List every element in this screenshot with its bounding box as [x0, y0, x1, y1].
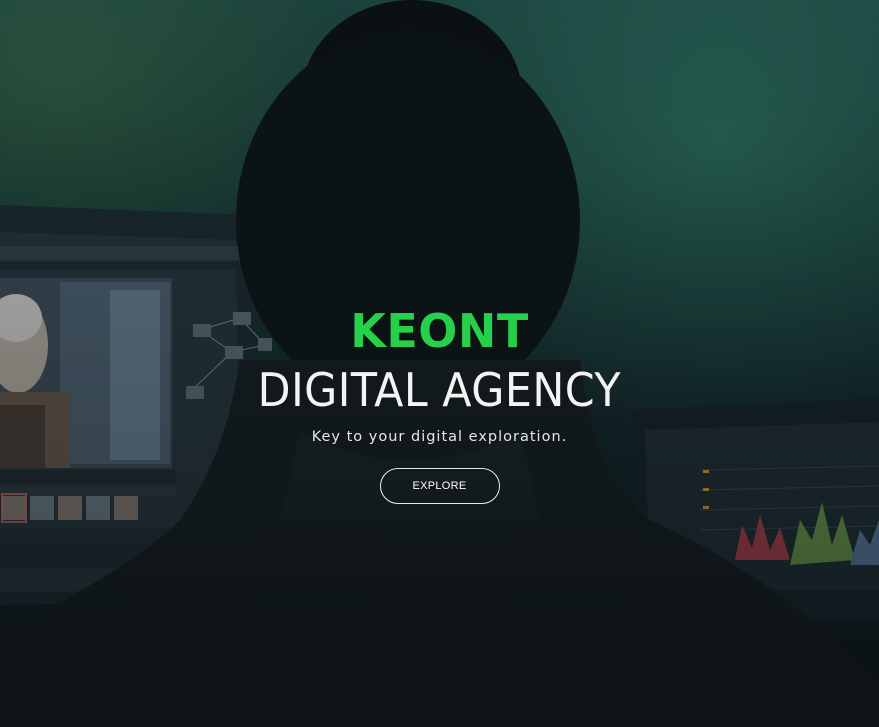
- hero-section: KEONT DIGITAL AGENCY Key to your digital…: [0, 0, 879, 727]
- subtitle: Key to your digital exploration.: [311, 429, 568, 445]
- brand-title: KEONT: [350, 304, 529, 358]
- tagline-text: DIGITAL AGENCY: [257, 363, 622, 417]
- explore-button[interactable]: EXPLORE: [379, 468, 500, 504]
- tagline: DIGITAL AGENCY: [0, 362, 879, 418]
- hero-content: KEONT DIGITAL AGENCY Key to your digital…: [0, 300, 879, 504]
